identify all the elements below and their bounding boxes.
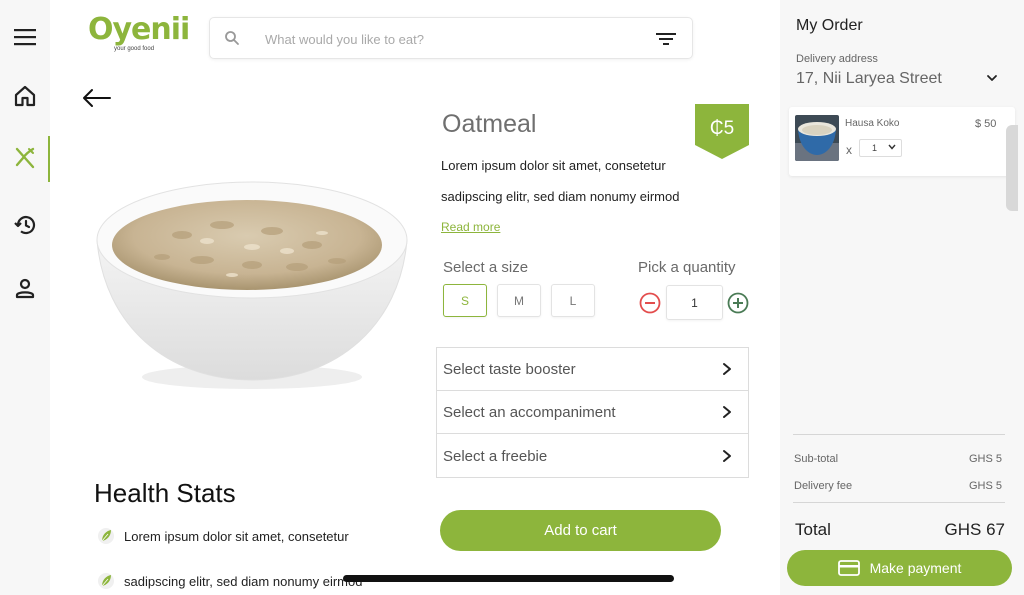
quantity-field[interactable]: 1 [666, 285, 723, 320]
nav-profile[interactable] [0, 266, 50, 310]
order-item-quantity-select[interactable]: 1 [859, 139, 902, 157]
option-accompaniment[interactable]: Select an accompaniment [437, 391, 748, 434]
home-indicator [343, 575, 674, 582]
nav-history[interactable] [0, 203, 50, 247]
order-panel: My Order Delivery address 17, Nii Laryea… [780, 0, 1024, 595]
panel-scroll-handle[interactable] [1006, 125, 1018, 211]
history-icon [14, 216, 36, 235]
size-s-button[interactable]: S [443, 284, 487, 317]
divider [793, 434, 1005, 435]
make-payment-button[interactable]: Make payment [787, 550, 1012, 586]
search-bar [209, 17, 693, 59]
product-description-line-1: Lorem ipsum dolor sit amet, consetetur [441, 158, 666, 173]
product-description-line-2: sadipscing elitr, sed diam nonumy eirmod [441, 189, 680, 204]
nav-rail [0, 0, 50, 595]
minus-icon[interactable] [639, 292, 661, 314]
app-root: Oyenii your good food What would you lik… [0, 0, 1024, 595]
chevron-right-icon [723, 450, 731, 462]
chevron-right-icon [723, 363, 731, 375]
logo-text: Oyenii [88, 12, 190, 47]
leaf-icon [98, 573, 114, 589]
delivery-address-select[interactable]: 17, Nii Laryea Street [796, 70, 942, 88]
credit-card-icon [837, 560, 860, 576]
nav-home[interactable] [0, 74, 50, 118]
total-label: Total [795, 520, 831, 539]
product-image [96, 181, 408, 389]
size-l-button[interactable]: L [551, 284, 595, 317]
make-payment-label: Make payment [869, 560, 962, 576]
delivery-fee-label: Delivery fee [794, 480, 853, 492]
fork-knife-icon [15, 147, 35, 169]
size-label: Select a size [443, 259, 529, 276]
nav-active-indicator [48, 136, 50, 182]
price-tag: ₵5 [695, 104, 749, 159]
delivery-fee-value: GHS 5 [968, 480, 1002, 492]
filter-icon[interactable] [656, 31, 676, 47]
search-input[interactable] [265, 28, 625, 50]
delivery-address-label: Delivery address [796, 53, 878, 65]
health-stat-text: sadipscing elitr, sed diam nonumy eirmod [124, 573, 363, 589]
option-freebie[interactable]: Select a freebie [437, 435, 748, 478]
subtotal-label: Sub-total [794, 453, 839, 465]
product-price: ₵5 [709, 118, 735, 139]
nav-menu-food[interactable] [0, 136, 50, 180]
total-value: GHS 67 [944, 520, 1005, 539]
search-icon [225, 31, 239, 45]
logo-tagline: your good food [114, 46, 155, 52]
chevron-down-icon [888, 144, 896, 150]
divider [793, 502, 1005, 503]
order-item-card: Hausa Koko $ 50 x 1 [789, 107, 1015, 176]
option-label: Select taste booster [443, 360, 576, 378]
subtotal-value: GHS 5 [968, 453, 1002, 465]
order-item-multiplier: x [846, 143, 852, 157]
logo: Oyenii your good food [88, 12, 190, 56]
order-item-image [795, 115, 839, 161]
home-icon [14, 85, 36, 107]
add-to-cart-button[interactable]: Add to cart [440, 510, 721, 551]
order-item-quantity: 1 [872, 143, 878, 153]
menu-icon [14, 29, 36, 46]
order-item-price: $ 50 [975, 118, 997, 130]
leaf-icon [98, 528, 114, 544]
order-panel-title: My Order [796, 17, 863, 34]
menu-button[interactable] [0, 15, 50, 59]
health-stats-title: Health Stats [94, 478, 236, 508]
chevron-down-icon[interactable] [986, 74, 998, 82]
options-list: Select taste booster Select an accompani… [436, 347, 749, 478]
read-more-link[interactable]: Read more [441, 220, 500, 234]
order-item-name: Hausa Koko [845, 118, 900, 129]
health-stat-item: sadipscing elitr, sed diam nonumy eirmod [98, 572, 362, 590]
profile-icon [15, 278, 35, 299]
plus-icon[interactable] [727, 292, 749, 314]
chevron-right-icon [723, 406, 731, 418]
option-taste-booster[interactable]: Select taste booster [437, 348, 748, 391]
quantity-label: Pick a quantity [638, 259, 736, 276]
health-stat-text: Lorem ipsum dolor sit amet, consetetur [124, 528, 349, 544]
option-label: Select a freebie [443, 448, 548, 465]
option-label: Select an accompaniment [443, 403, 616, 421]
back-arrow-icon[interactable] [82, 88, 112, 108]
product-title: Oatmeal [442, 110, 537, 138]
size-m-button[interactable]: M [497, 284, 541, 317]
health-stat-item: Lorem ipsum dolor sit amet, consetetur [98, 527, 349, 545]
